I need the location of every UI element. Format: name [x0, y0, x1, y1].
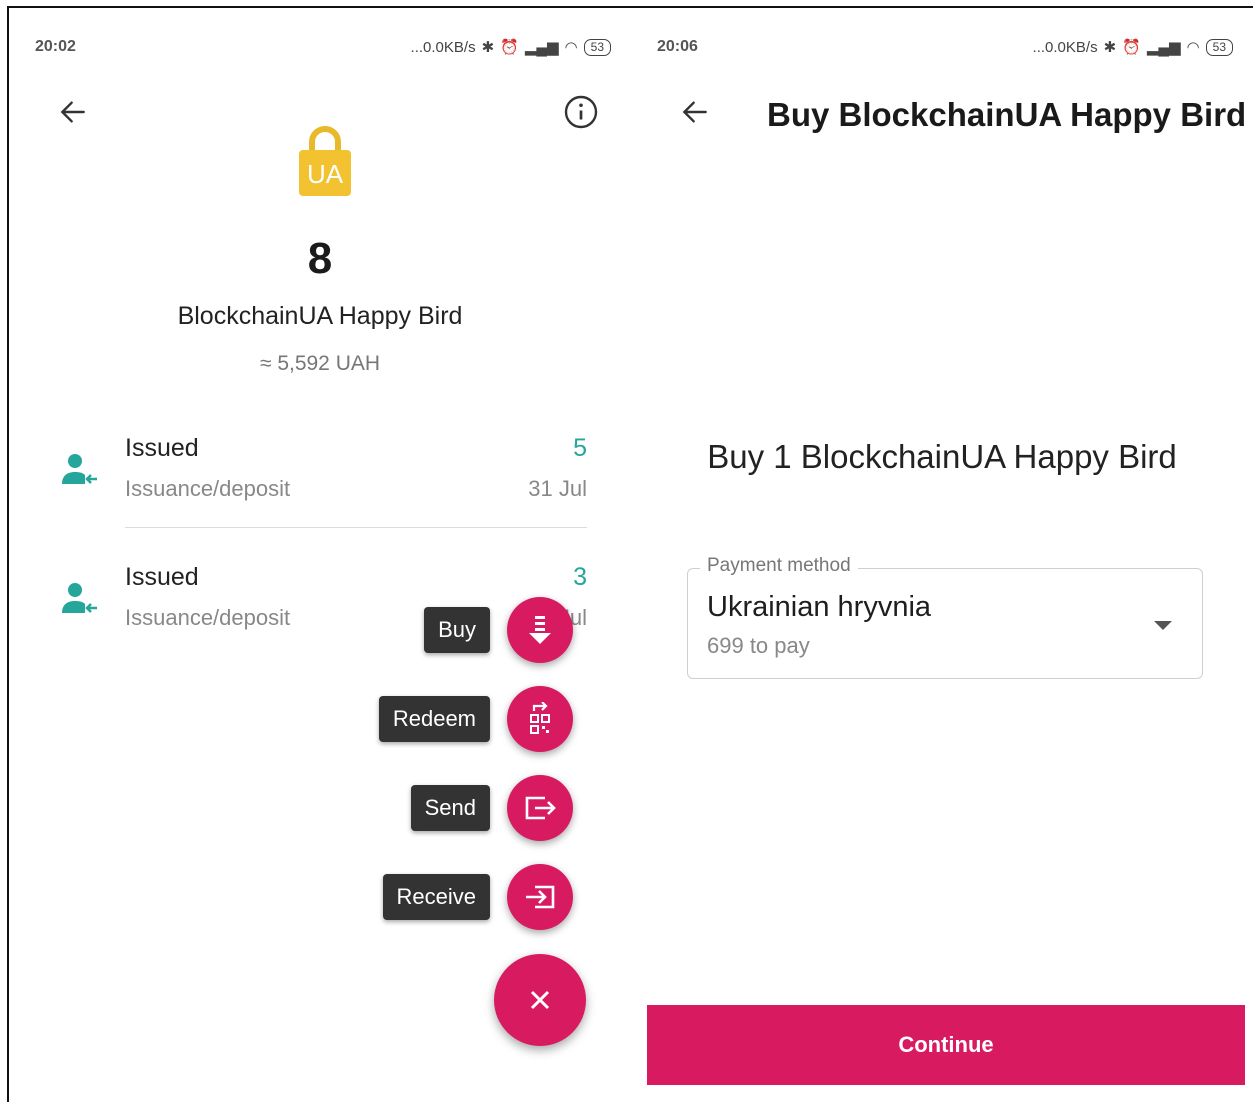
net-speed-text: ...0.0KB/s	[410, 38, 476, 56]
transaction-title: Issued	[125, 563, 199, 591]
receive-box-icon	[526, 885, 555, 909]
divider	[125, 527, 587, 528]
back-button[interactable]	[673, 90, 717, 134]
transaction-title: Issued	[125, 434, 199, 462]
back-button[interactable]	[51, 90, 95, 134]
status-icons: ...0.0KB/s ✱ ⏰ ▂▄▆ ◠ 53	[411, 38, 611, 56]
transaction-amount: 3	[573, 563, 587, 591]
arrow-left-icon	[60, 101, 85, 123]
battery-icon: 53	[1205, 38, 1233, 56]
arrow-left-icon	[682, 101, 707, 123]
token-details-screen: 20:02 ...0.0KB/s ✱ ⏰ ▂▄▆ ◠ 53 UA 8 Block…	[7, 6, 633, 1102]
person-incoming-icon	[62, 454, 97, 484]
padlock-icon: UA	[299, 126, 351, 196]
redeem-label[interactable]: Redeem	[378, 696, 490, 742]
receive-button[interactable]	[507, 864, 573, 930]
signal-icon: ▂▄▆	[1146, 39, 1181, 56]
bluetooth-icon: ✱	[481, 39, 495, 56]
transaction-row[interactable]: Issued Issuance/deposit 5 31 Jul	[9, 428, 631, 548]
redeem-button[interactable]	[507, 686, 573, 752]
wifi-icon: ◠	[1186, 39, 1200, 56]
receive-label[interactable]: Receive	[382, 874, 490, 920]
net-speed-text: ...0.0KB/s	[1032, 38, 1098, 56]
info-button[interactable]	[559, 90, 603, 134]
battery-icon: 53	[583, 38, 611, 56]
buy-label[interactable]: Buy	[424, 607, 490, 653]
page-title: Buy BlockchainUA Happy Bird	[767, 96, 1247, 133]
status-bar: 20:02 ...0.0KB/s ✱ ⏰ ▂▄▆ ◠ 53	[9, 36, 631, 60]
token-logo: UA	[297, 118, 353, 198]
transaction-amount: 5	[573, 434, 587, 462]
bluetooth-icon: ✱	[1103, 39, 1117, 56]
continue-button[interactable]: Continue	[647, 1005, 1245, 1085]
download-list-icon	[529, 616, 551, 644]
signal-icon: ▂▄▆	[524, 39, 559, 56]
send-box-icon	[525, 796, 556, 820]
token-amount: 8	[307, 234, 333, 283]
send-label[interactable]: Send	[410, 785, 490, 831]
token-name: BlockchainUA Happy Bird	[177, 302, 463, 330]
status-time: 20:02	[35, 38, 76, 55]
close-icon	[530, 990, 550, 1010]
info-icon	[564, 95, 598, 129]
transaction-subtitle: Issuance/deposit	[125, 605, 291, 630]
qr-redeem-icon	[530, 702, 550, 734]
transaction-subtitle: Issuance/deposit	[125, 476, 291, 501]
status-bar: 20:06 ...0.0KB/s ✱ ⏰ ▂▄▆ ◠ 53	[631, 36, 1253, 60]
alarm-off-icon: ⏰	[500, 39, 519, 56]
token-approx-value: ≈ 5,592 UAH	[259, 352, 381, 375]
payment-method-label: Payment method	[700, 555, 858, 577]
wifi-icon: ◠	[564, 39, 578, 56]
send-button[interactable]	[507, 775, 573, 841]
person-incoming-icon	[62, 583, 97, 613]
payment-method-value: Ukrainian hryvnia	[707, 591, 932, 623]
token-logo-text: UA	[307, 159, 344, 189]
transaction-date: 31 Jul	[528, 476, 587, 501]
status-icons: ...0.0KB/s ✱ ⏰ ▂▄▆ ◠ 53	[1033, 38, 1233, 56]
buy-heading: Buy 1 BlockchainUA Happy Bird	[707, 438, 1177, 475]
status-time: 20:06	[657, 38, 698, 55]
buy-button[interactable]	[507, 597, 573, 663]
chevron-down-icon	[1154, 621, 1172, 630]
buy-screen: 20:06 ...0.0KB/s ✱ ⏰ ▂▄▆ ◠ 53 Buy Blockc…	[631, 6, 1253, 1102]
payment-method-select[interactable]: Payment method Ukrainian hryvnia 699 to …	[687, 555, 1203, 679]
close-fab-button[interactable]	[494, 954, 586, 1046]
payment-amount-hint: 699 to pay	[707, 633, 810, 658]
alarm-off-icon: ⏰	[1122, 39, 1141, 56]
